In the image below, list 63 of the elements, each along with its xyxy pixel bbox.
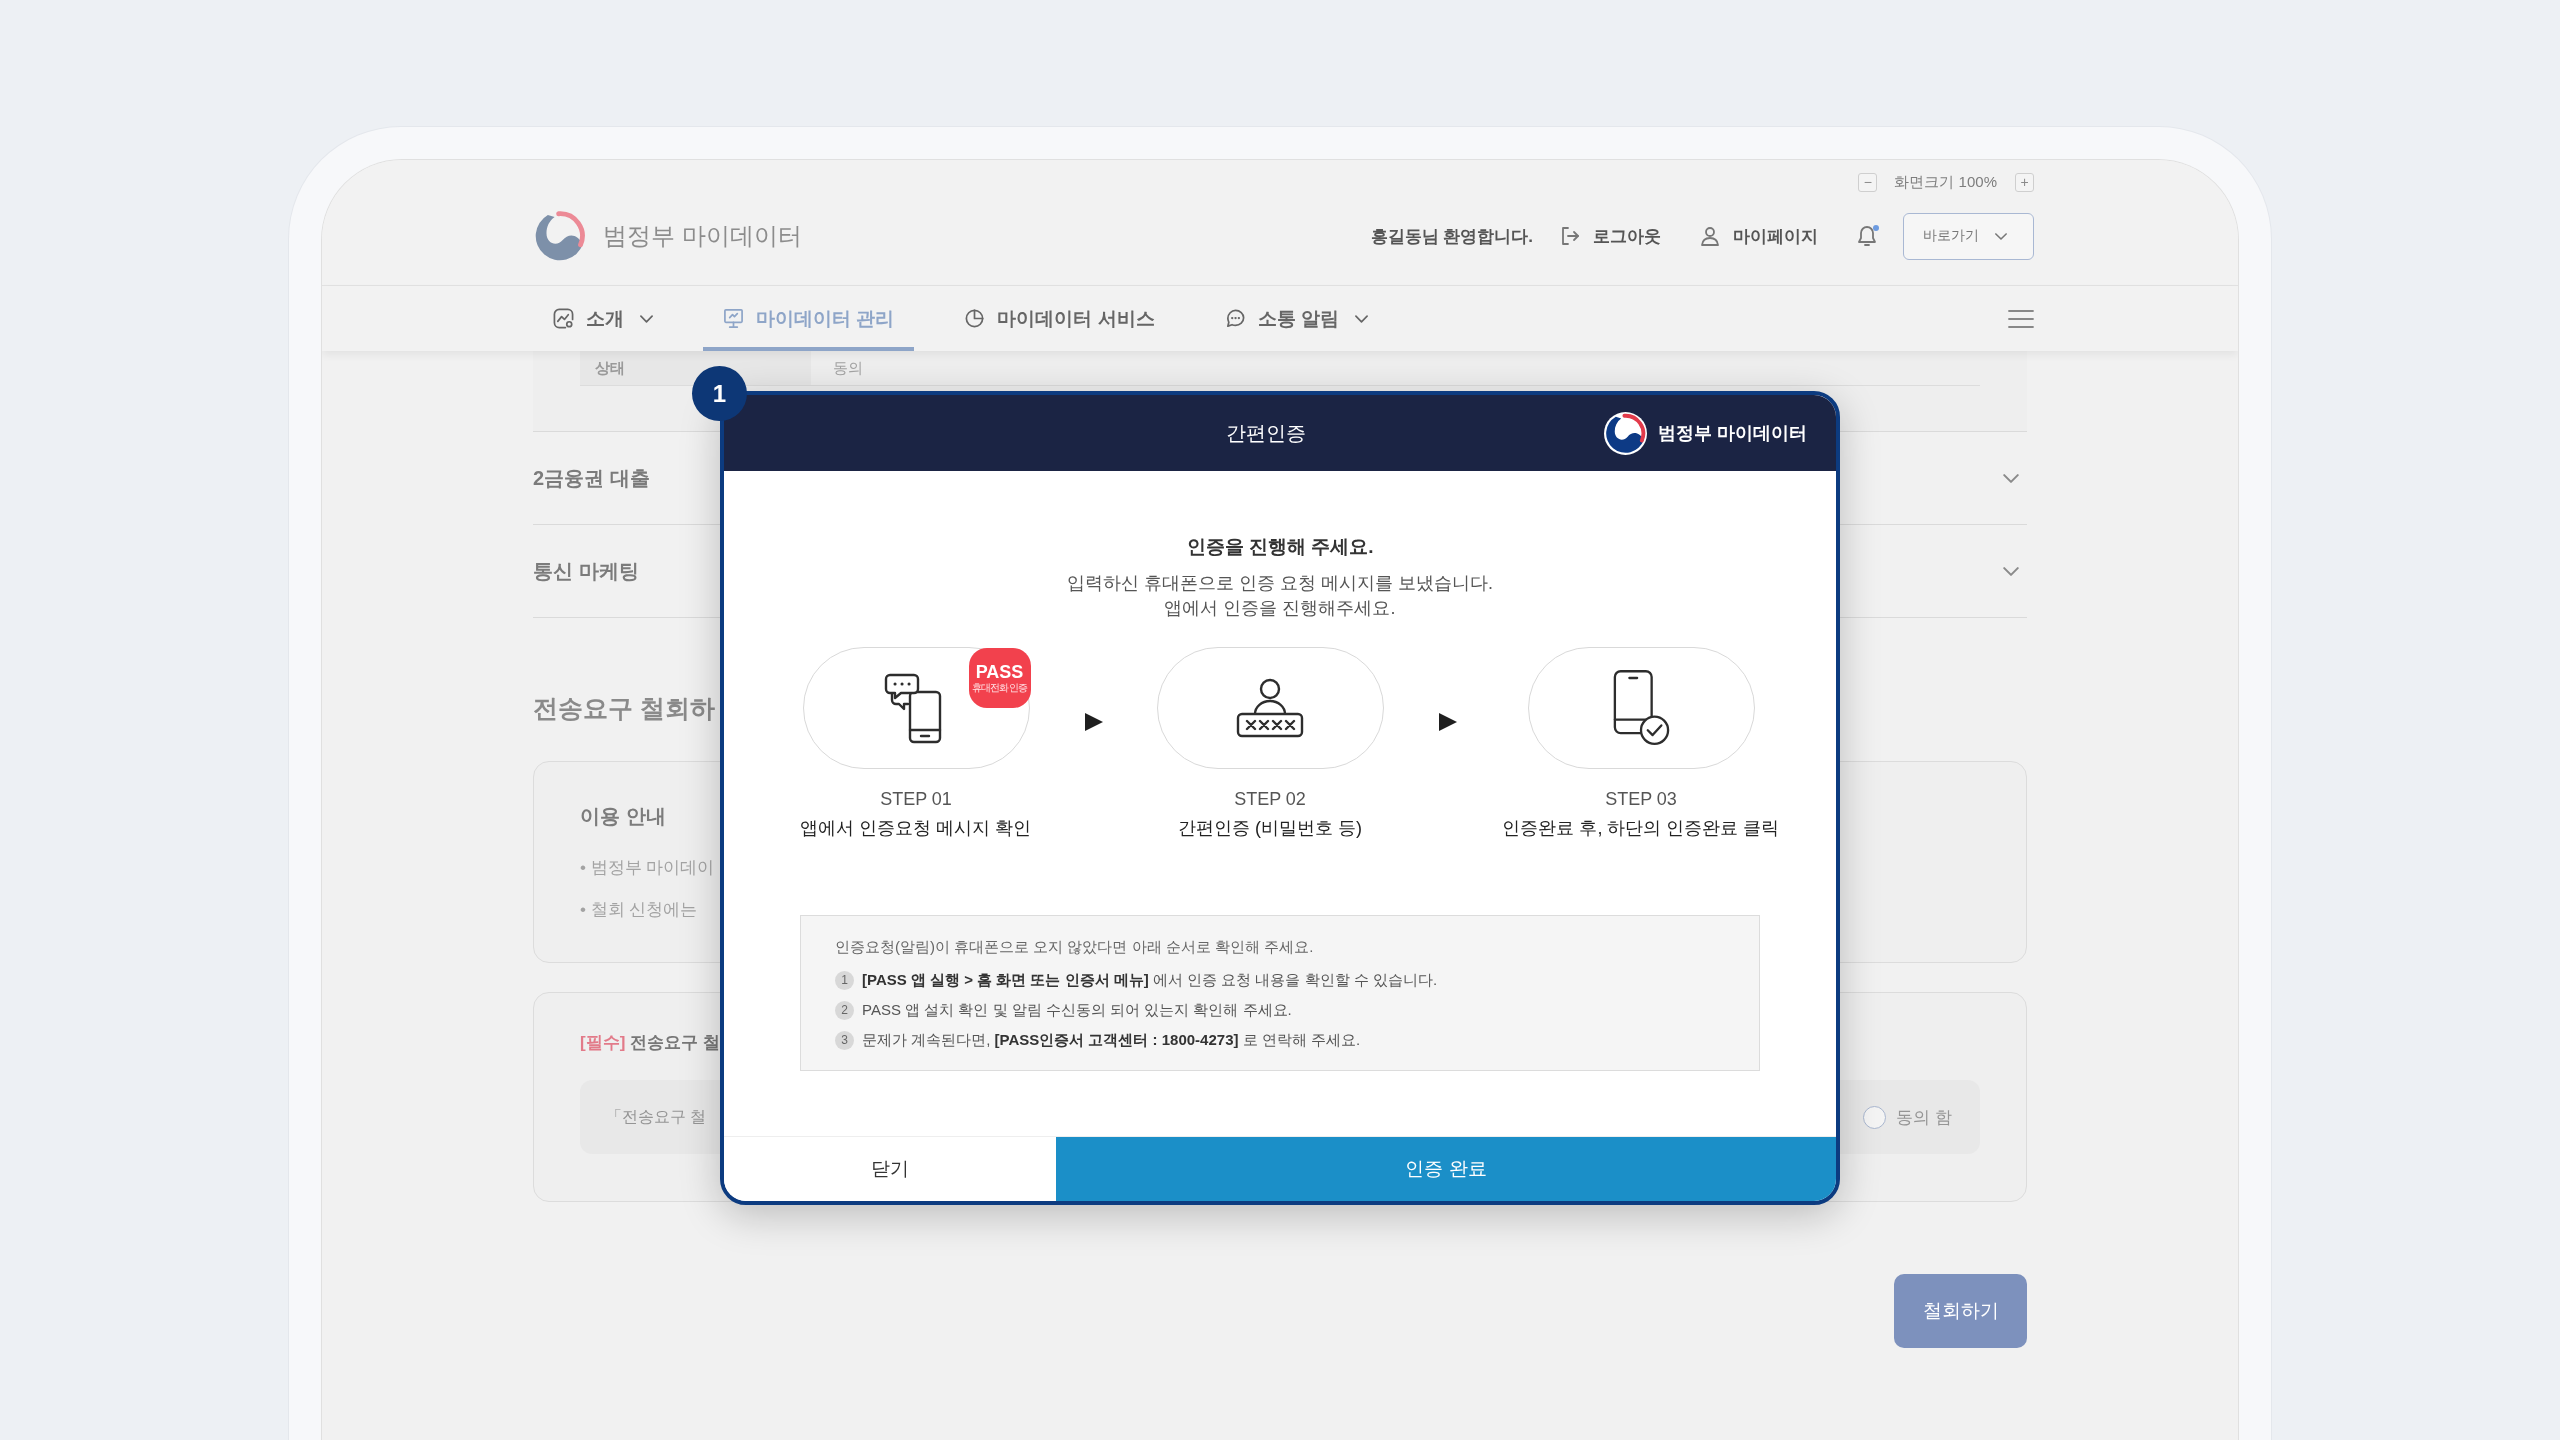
agreement-title: 전송요구 철: [630, 1032, 721, 1054]
logout-link[interactable]: 로그아웃: [1560, 224, 1661, 248]
chevron-down-icon[interactable]: [2003, 473, 2019, 483]
statement-text: 「전송요구 철: [606, 1106, 707, 1127]
step-label: STEP 01: [880, 788, 952, 811]
accordion-title[interactable]: 통신 마케팅: [533, 557, 639, 585]
emblem-icon[interactable]: [533, 209, 587, 263]
zoom-out-button[interactable]: −: [1858, 172, 1878, 192]
notice-text: PASS 앱 설치 확인 및 알림 수신동의 되어 있는지 확인해 주세요.: [862, 1000, 1292, 1020]
menu-icon[interactable]: [2008, 309, 2034, 328]
monitor-chart-icon: [723, 308, 744, 329]
modal-message: 앱에서 인증을 진행해주세요.: [1164, 597, 1396, 620]
table-value-text: 동의: [833, 358, 863, 378]
guide-title: 이용 안내: [580, 804, 666, 829]
nav-tab[interactable]: 마이데이터 서비스: [944, 286, 1175, 351]
list-number: 3: [835, 1030, 854, 1050]
bell-icon[interactable]: [1857, 225, 1877, 247]
mypage-link[interactable]: 마이페이지: [1700, 224, 1818, 248]
pass-logo-title: PASS: [975, 662, 1024, 682]
user-password-icon: [1235, 676, 1305, 740]
logout-icon: [1560, 226, 1580, 246]
guide-item: • 철회 신청에는: [580, 899, 698, 921]
arrow-right-icon: [1439, 713, 1457, 731]
list-number: 1: [835, 970, 854, 990]
close-button[interactable]: 닫기: [724, 1137, 1056, 1201]
step-description: 간편인증 (비밀번호 등): [1178, 817, 1362, 840]
step-description: 앱에서 인증요청 메시지 확인: [800, 817, 1032, 840]
section-title: 전송요구 철회하: [533, 693, 715, 724]
notice-intro: 인증요청(알림)이 휴대폰으로 오지 않았다면 아래 순서로 확인해 주세요.: [835, 937, 1314, 957]
chevron-down-icon[interactable]: [2003, 566, 2019, 576]
chevron-down-icon: [640, 314, 653, 323]
chevron-down-icon: [1354, 314, 1368, 323]
step-label: STEP 02: [1234, 788, 1306, 811]
list-number: 2: [835, 1000, 854, 1020]
notice-text: [PASS 앱 실행 > 홈 화면 또는 인증서 메뉴] 에서 인증 요청 내용을 확인할 수 있습니다.: [862, 970, 1438, 990]
step-label: STEP 03: [1605, 788, 1677, 811]
welcome-text: 홍길동님 환영합니다.: [1370, 225, 1533, 248]
modal-title: 간편인증: [1225, 420, 1306, 446]
emblem-icon: [1604, 411, 1647, 455]
radio-label[interactable]: 동의 함: [1896, 1105, 1952, 1129]
chat-bubble-icon: [1224, 308, 1246, 329]
quick-menu-button[interactable]: 바로가기: [1903, 212, 2034, 260]
zoom-level-label: 화면크기 100%: [1894, 172, 1997, 192]
phone-check-icon: [1611, 669, 1671, 747]
site-logo-text[interactable]: 범정부 마이데이터: [603, 221, 802, 251]
brand-text: 범정부 마이데이터: [1658, 422, 1807, 445]
nav-tab[interactable]: 소통 알림: [1204, 286, 1388, 351]
arrow-right-icon: [1085, 713, 1103, 731]
confirm-button[interactable]: 인증 완료: [1056, 1137, 1836, 1201]
modal-heading: 인증을 진행해 주세요.: [1186, 535, 1374, 559]
guide-item: • 범정부 마이데이: [580, 857, 715, 879]
required-tag: [필수]: [580, 1031, 626, 1055]
person-icon: [1700, 226, 1720, 246]
pass-logo-subtitle: 휴대전화 인증: [971, 681, 1028, 694]
modal-message: 입력하신 휴대폰으로 인증 요청 메시지를 보냈습니다.: [1067, 572, 1493, 595]
pie-chart-icon: [964, 308, 986, 329]
notice-text: 문제가 계속된다면, [PASS인증서 고객센터 : 1800-4273] 로 연락해 주세요.: [862, 1030, 1361, 1050]
step-description: 인증완료 후, 하단의 인증완료 클릭: [1502, 817, 1780, 840]
zoom-in-button[interactable]: +: [2015, 172, 2034, 192]
radio-button[interactable]: [1863, 1105, 1887, 1129]
accordion-title[interactable]: 2금융권 대출: [533, 464, 650, 492]
chart-square-icon: [553, 308, 574, 329]
nav-tab[interactable]: 소개: [533, 286, 673, 351]
